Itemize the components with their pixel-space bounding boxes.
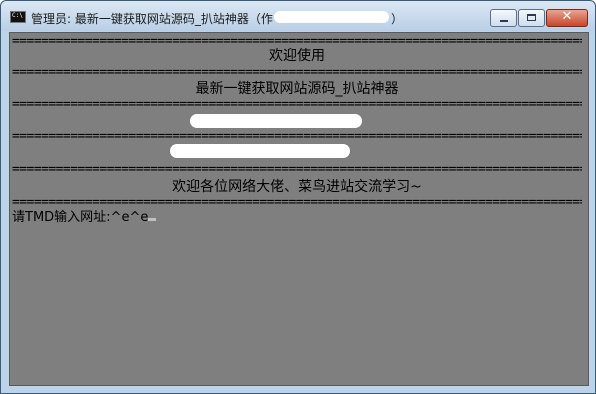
input-prompt-line[interactable]: 请TMD输入网址:^e^e (12, 209, 582, 227)
close-icon: ✕ (561, 9, 573, 24)
maximize-icon (527, 14, 536, 21)
separator-line: ========================================… (12, 100, 582, 110)
greeting-text: 欢迎各位网络大佬、菜鸟进站交流学习~ (172, 179, 422, 195)
window-title-end: ） (391, 12, 404, 26)
window-title: 管理员: 最新一键获取网站源码_扒站神器（作 (31, 12, 273, 26)
redacted-line (170, 144, 350, 158)
redacted-title-text (274, 11, 389, 23)
separator-line: ========================================… (12, 68, 582, 78)
maximize-button[interactable] (518, 9, 545, 27)
separator-line: ========================================… (12, 37, 582, 47)
text-cursor (148, 218, 157, 221)
console-output[interactable]: ========================================… (9, 32, 589, 386)
close-button[interactable]: ✕ (546, 9, 588, 27)
app-icon-text: C:\ (12, 12, 23, 19)
welcome-text: 欢迎使用 (269, 48, 325, 64)
redacted-line (190, 114, 362, 128)
separator-line: ========================================… (12, 132, 582, 142)
app-name-text: 最新一键获取网站源码_扒站神器 (195, 81, 399, 97)
minimize-icon (500, 20, 508, 22)
minimize-button[interactable] (490, 9, 517, 27)
command-prompt-icon[interactable]: C:\ (10, 11, 26, 23)
separator-line: ========================================… (12, 198, 582, 208)
input-prompt-text: 请TMD输入网址:^e^e (12, 210, 149, 225)
console-window: C:\ 管理员: 最新一键获取网站源码_扒站神器（作 ） ✕ =========… (0, 0, 596, 394)
title-bar[interactable]: C:\ 管理员: 最新一键获取网站源码_扒站神器（作 ） ✕ (1, 1, 595, 31)
separator-line: ========================================… (12, 165, 582, 175)
